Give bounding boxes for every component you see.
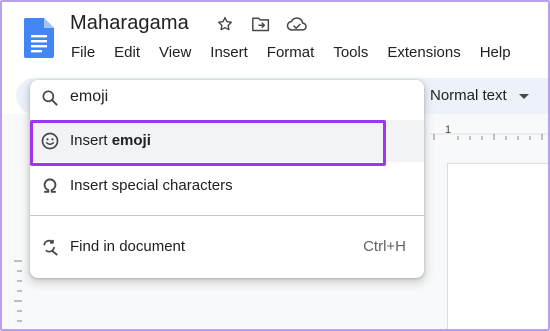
menu-item-insert-special-characters[interactable]: Insert special characters — [30, 165, 424, 207]
smiley-icon — [40, 131, 60, 151]
menu-tools[interactable]: Tools — [333, 44, 368, 61]
paragraph-style-value: Normal text — [430, 87, 507, 104]
menu-insert[interactable]: Insert — [210, 44, 248, 61]
star-icon[interactable] — [214, 13, 236, 35]
move-to-folder-icon[interactable] — [250, 13, 272, 35]
menu-edit[interactable]: Edit — [114, 44, 140, 61]
keyboard-shortcut: Ctrl+H — [363, 238, 406, 255]
search-menus-row[interactable]: emoji — [30, 80, 424, 116]
search-menus-input[interactable]: emoji — [70, 88, 108, 106]
ruler-mark: 1 — [445, 124, 452, 136]
cloud-saved-icon[interactable] — [286, 13, 308, 35]
menu-help[interactable]: Help — [480, 44, 511, 61]
menu-item-label: Insert emoji — [70, 132, 151, 149]
search-menus-dropdown: emoji Insert emoji Insert special charac… — [30, 80, 424, 278]
title-actions — [214, 13, 308, 35]
menu-file[interactable]: File — [71, 44, 95, 61]
search-icon — [40, 88, 60, 108]
menu-divider — [30, 215, 424, 216]
document-title[interactable]: Maharagama — [70, 12, 189, 35]
menu-item-find-in-document[interactable]: Find in document Ctrl+H — [30, 226, 424, 268]
document-page[interactable] — [447, 163, 548, 329]
vertical-ruler[interactable] — [12, 257, 24, 331]
google-docs-logo-icon[interactable] — [24, 18, 54, 58]
omega-icon — [40, 176, 60, 196]
menu-bar: File Edit View Insert Format Tools Exten… — [71, 44, 511, 61]
menu-item-label: Insert special characters — [70, 177, 233, 194]
app-window: Maharagama File Edit View Insert Format … — [0, 0, 550, 331]
chevron-down-icon — [518, 94, 529, 99]
menu-item-insert-emoji[interactable]: Insert emoji — [30, 120, 424, 162]
menu-view[interactable]: View — [159, 44, 191, 61]
menu-item-label: Find in document — [70, 238, 186, 255]
find-replace-icon — [40, 237, 60, 257]
menu-format[interactable]: Format — [267, 44, 315, 61]
menu-extensions[interactable]: Extensions — [387, 44, 460, 61]
paragraph-style-select[interactable]: Normal text — [430, 87, 529, 104]
